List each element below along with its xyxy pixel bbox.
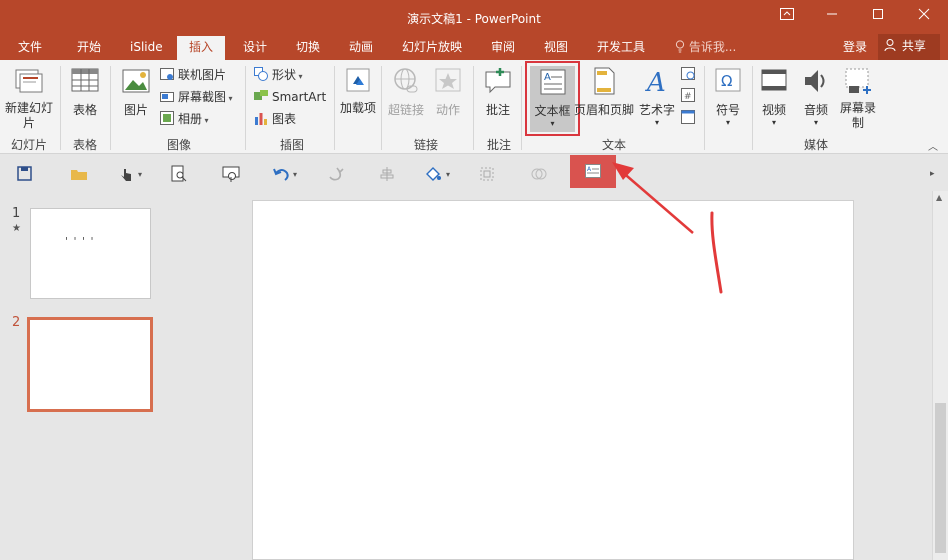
annotation-pen-stroke bbox=[710, 211, 723, 294]
annotation-arrow-line bbox=[619, 169, 694, 234]
annotation-arrowhead bbox=[612, 162, 634, 180]
annotation-overlay bbox=[612, 162, 723, 294]
